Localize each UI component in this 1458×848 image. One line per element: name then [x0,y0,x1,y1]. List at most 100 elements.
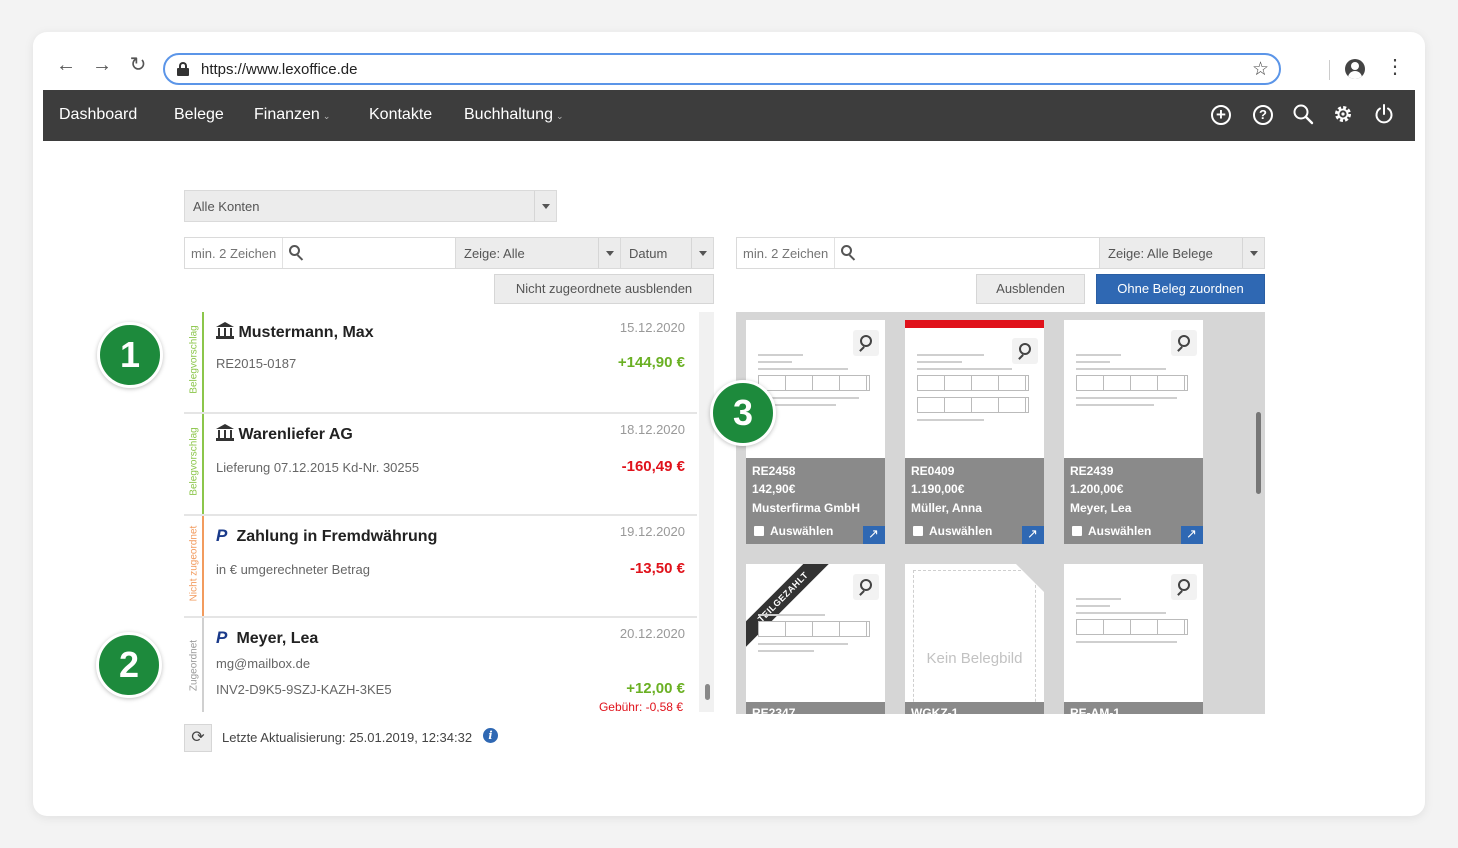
nav-label: Belege [174,106,224,123]
account-select-value: Alle Konten [193,199,260,214]
share-icon[interactable] [863,526,885,544]
star-icon[interactable]: ☆ [1252,58,1269,81]
more-menu-icon[interactable]: ⋮ [1385,56,1405,78]
nav-item-buchhaltung[interactable]: Buchhaltung ⌄ [464,106,564,124]
receipt-thumbnail [758,614,870,657]
select-label[interactable]: Auswählen [929,524,992,538]
refresh-button[interactable]: ⟳ [184,724,212,752]
receipt-search-input[interactable] [737,238,835,268]
transaction-row[interactable]: Belegvorschlag Mustermann, Max 15.12.202… [184,312,697,414]
forward-icon[interactable]: → [91,54,113,76]
receipt-contact: Müller, Anna [911,501,982,515]
receipt-card[interactable]: TEILGEZAHLT RE2347 [746,564,885,714]
reload-icon[interactable]: ↻ [127,54,149,76]
nav-item-finanzen[interactable]: Finanzen ⌄ [254,106,330,124]
receipt-show-select[interactable]: Zeige: Alle Belege [1099,237,1265,269]
receipt-scrollbar[interactable] [1252,312,1265,714]
transaction-scrollbar[interactable] [699,312,714,712]
transaction-amount: +12,00 € [626,680,685,697]
status-label: Zugeordnet [188,639,200,692]
no-image-text: Kein Belegbild [926,650,1023,667]
info-icon[interactable]: i [483,728,498,743]
transaction-row[interactable]: Nicht zugeordnet P Zahlung in Fremdwähru… [184,516,697,618]
receipt-id: WGKZ-1 [911,706,959,714]
transaction-row[interactable]: Zugeordnet P Meyer, Lea 20.12.2020 mg@ma… [184,618,697,712]
transaction-name: Meyer, Lea [236,630,319,647]
transaction-search[interactable] [184,237,456,269]
select-label[interactable]: Auswählen [770,524,833,538]
account-select[interactable]: Alle Konten [184,190,557,222]
receipt-card[interactable]: RE0409 1.190,00€ Müller, Anna Auswählen [905,320,1044,544]
power-icon[interactable] [1373,103,1395,125]
bank-icon [216,322,234,339]
receipt-id: RE2439 [1070,464,1114,478]
gear-icon[interactable] [1332,103,1354,125]
transaction-fee: Gebühr: -0,58 € [598,700,683,712]
step-marker-3: 3 [710,380,776,446]
app-nav-bar: Dashboard Belege Finanzen ⌄ Kontakte Buch… [43,90,1415,141]
receipt-info: WGKZ-1 [905,702,1044,714]
zoom-icon[interactable] [1171,574,1197,600]
transaction-row[interactable]: Belegvorschlag Warenliefer AG 18.12.2020… [184,414,697,516]
chevron-down-icon [691,238,713,268]
transaction-name: Mustermann, Max [238,324,374,341]
status-label: Nicht zugeordnet [188,525,200,602]
select-checkbox[interactable] [913,526,923,536]
plus-icon[interactable]: + [1211,105,1231,125]
select-checkbox[interactable] [1072,526,1082,536]
receipt-card[interactable]: RE2439 1.200,00€ Meyer, Lea Auswählen [1064,320,1203,544]
last-update-text: Letzte Aktualisierung: 25.01.2019, 12:34… [222,730,473,745]
bank-icon [216,424,234,441]
transaction-sort-value: Datum [629,246,668,261]
share-icon[interactable] [1022,526,1044,544]
lock-icon [177,62,189,76]
transaction-name: Warenliefer AG [238,426,353,443]
help-icon[interactable]: ? [1253,105,1273,125]
transaction-show-select[interactable]: Zeige: Alle [455,237,621,269]
receipt-info: RE2458 142,90€ Musterfirma GmbH Auswähle… [746,458,885,544]
receipt-search[interactable] [736,237,1100,269]
nav-item-belege[interactable]: Belege [174,106,224,124]
toolbar-divider [1329,60,1330,80]
transaction-date: 19.12.2020 [619,524,685,539]
scrollbar-thumb[interactable] [1256,412,1261,494]
scrollbar-thumb[interactable] [705,684,710,700]
select-checkbox[interactable] [754,526,764,536]
nav-label: Kontakte [369,106,433,123]
receipt-id: RE2347 [752,706,796,714]
transaction-search-input[interactable] [185,238,283,268]
nav-item-dashboard[interactable]: Dashboard [59,106,137,124]
status-label: Belegvorschlag [188,427,200,496]
receipt-contact: Meyer, Lea [1070,501,1132,515]
search-icon[interactable] [289,245,305,261]
zoom-icon[interactable] [1171,330,1197,356]
select-label[interactable]: Auswählen [1088,524,1151,538]
transaction-amount: -160,49 € [621,458,685,475]
status-label: Belegvorschlag [188,325,200,394]
receipt-info: RE2347 [746,702,885,714]
hide-button[interactable]: Ausblenden [976,274,1085,304]
zoom-icon[interactable] [853,330,879,356]
search-icon[interactable] [841,245,857,261]
receipt-card[interactable]: Kein Belegbild WGKZ-1 [905,564,1044,714]
chevron-down-icon [534,191,556,221]
transaction-show-value: Zeige: Alle [464,246,525,261]
assign-without-receipt-button[interactable]: Ohne Beleg zuordnen [1096,274,1265,304]
zoom-icon[interactable] [853,574,879,600]
receipt-grid: RE2458 142,90€ Musterfirma GmbH Auswähle… [736,312,1265,714]
transaction-title: P Meyer, Lea [216,628,318,648]
search-icon[interactable] [1292,103,1314,125]
account-icon[interactable] [1345,59,1365,79]
share-icon[interactable] [1181,526,1203,544]
hide-unassigned-button[interactable]: Nicht zugeordnete ausblenden [494,274,714,304]
transaction-email: mg@mailbox.de [216,656,311,671]
step-marker-2: 2 [96,632,162,698]
back-icon[interactable]: ← [55,54,77,76]
address-bar[interactable]: https://www.lexoffice.de ☆ [163,53,1281,85]
receipt-card[interactable]: RE-AM-1 [1064,564,1203,714]
nav-item-kontakte[interactable]: Kontakte [369,106,432,124]
step-marker-1: 1 [97,322,163,388]
transaction-sort-select[interactable]: Datum [620,237,714,269]
paypal-icon: P [216,628,228,647]
receipt-info: RE2439 1.200,00€ Meyer, Lea Auswählen [1064,458,1203,544]
